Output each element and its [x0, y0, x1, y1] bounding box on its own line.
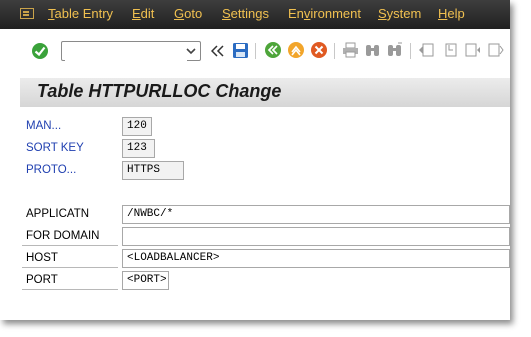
menu-environment[interactable]: Environment	[288, 6, 361, 21]
key-value-sort-key: 123	[122, 139, 155, 158]
confirm-icon[interactable]	[31, 42, 49, 60]
find-next-icon[interactable]	[386, 42, 403, 58]
key-value-man: 120	[122, 117, 152, 136]
field-label-applicatn: APPLICATN	[26, 208, 90, 220]
dropdown-icon[interactable]	[186, 46, 196, 56]
collapse-icon[interactable]	[211, 45, 225, 57]
command-field[interactable]	[61, 41, 201, 61]
print-icon[interactable]	[342, 42, 359, 58]
menu-help[interactable]: Help	[438, 6, 465, 21]
cancel-icon[interactable]	[310, 41, 328, 59]
find-icon[interactable]	[364, 42, 381, 58]
save-icon[interactable]	[232, 42, 249, 59]
system-menu-icon[interactable]	[20, 8, 34, 19]
field-label-for-domain: FOR DOMAIN	[22, 227, 118, 246]
last-page-icon[interactable]	[487, 42, 504, 58]
command-field-input[interactable]	[65, 43, 187, 61]
sap-window: Table Entry Edit Goto Settings Environme…	[0, 0, 510, 320]
key-label-man: MAN...	[26, 120, 62, 132]
menu-table-entry[interactable]: Table Entry	[48, 6, 113, 21]
standard-toolbar	[0, 29, 510, 74]
menu-bar: Table Entry Edit Goto Settings Environme…	[0, 0, 510, 29]
menu-system[interactable]: System	[378, 6, 421, 21]
key-label-sort-key: SORT KEY	[26, 142, 84, 154]
field-host-input[interactable]: <LOADBALANCER>	[122, 249, 510, 268]
exit-icon[interactable]	[287, 41, 305, 59]
first-page-icon[interactable]	[418, 42, 435, 58]
back-icon[interactable]	[264, 41, 282, 59]
field-for-domain-input[interactable]	[122, 227, 510, 246]
menu-settings[interactable]: Settings	[222, 6, 269, 21]
field-label-port: PORT	[22, 271, 118, 290]
field-applicatn-input[interactable]: /NWBC/*	[122, 205, 510, 224]
field-label-host: HOST	[22, 249, 118, 268]
key-value-proto: HTTPS	[122, 161, 184, 180]
key-label-proto: PROTO...	[26, 164, 77, 176]
previous-page-icon[interactable]	[441, 42, 458, 58]
toolbar-separator	[410, 43, 411, 59]
menu-edit[interactable]: Edit	[132, 6, 154, 21]
toolbar-separator	[334, 43, 335, 59]
next-page-icon[interactable]	[464, 42, 481, 58]
toolbar-separator	[255, 43, 256, 59]
screen-title-bar: Table HTTPURLLOC Change	[20, 78, 510, 107]
field-port-input[interactable]: <PORT>	[122, 271, 169, 290]
menu-goto[interactable]: Goto	[174, 6, 202, 21]
page-title: Table HTTPURLLOC Change	[37, 81, 282, 101]
